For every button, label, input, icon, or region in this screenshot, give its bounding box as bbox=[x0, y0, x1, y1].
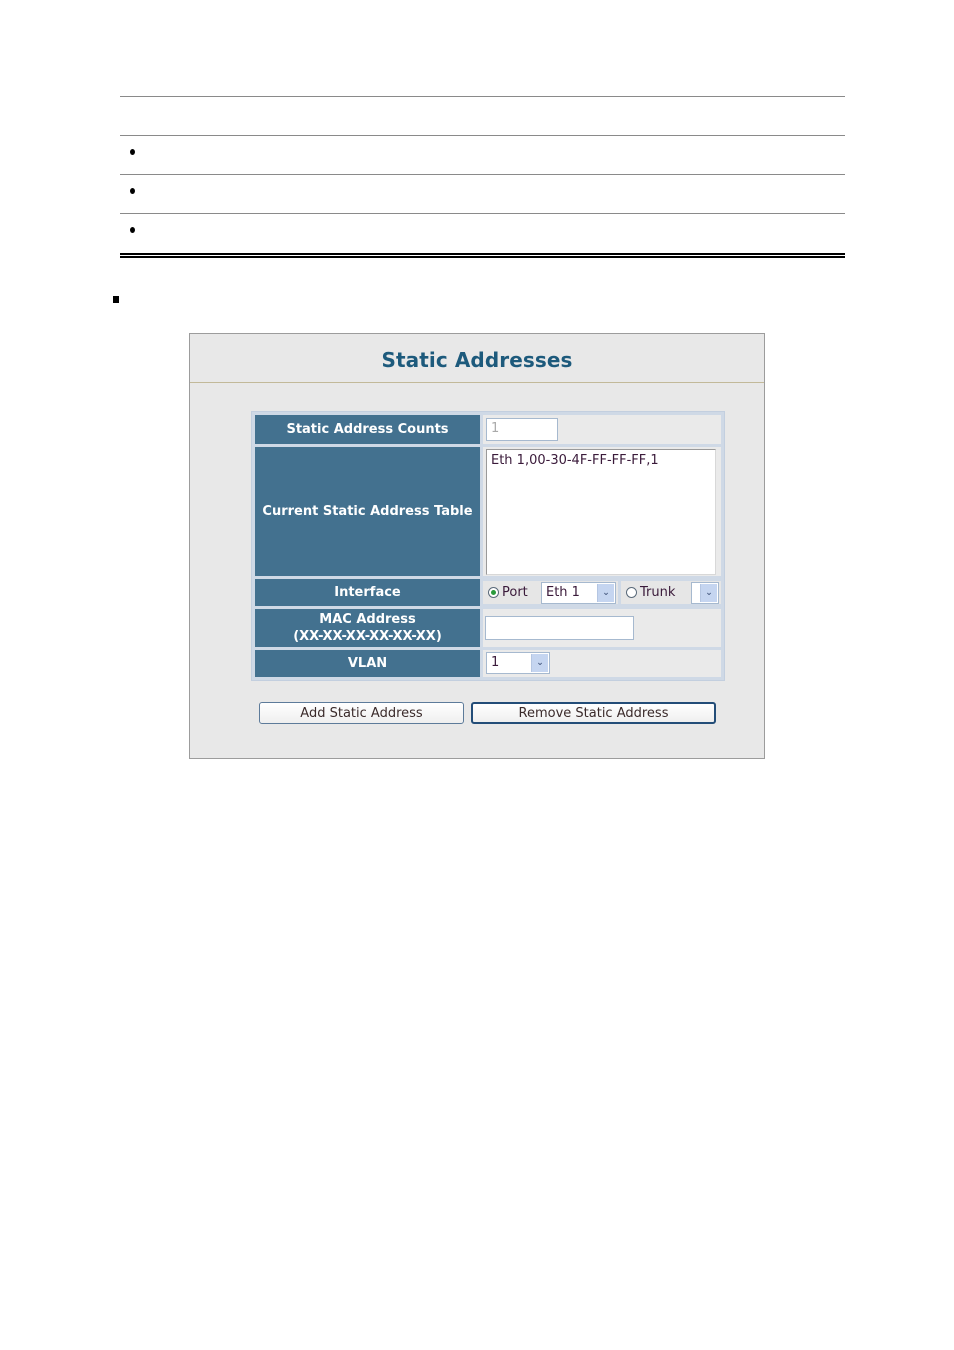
bullet-icon bbox=[130, 227, 135, 233]
port-radio-group[interactable]: Port bbox=[488, 581, 528, 604]
add-static-address-button[interactable]: Add Static Address bbox=[259, 702, 464, 724]
vlan-label: VLAN bbox=[255, 650, 480, 677]
mac-address-label-title: MAC Address bbox=[319, 612, 416, 627]
mac-address-input[interactable] bbox=[485, 616, 634, 640]
interface-cell: Port Eth 1 ⌄ Trunk ⌄ bbox=[483, 579, 721, 606]
trunk-radio-label[interactable]: Trunk bbox=[640, 585, 675, 600]
current-static-address-table-label: Current Static Address Table bbox=[255, 447, 480, 576]
interface-label: Interface bbox=[255, 579, 480, 606]
vlan-select[interactable]: 1 ⌄ bbox=[486, 652, 550, 674]
static-address-counts-cell: 1 bbox=[483, 415, 721, 444]
bullet-icon bbox=[130, 149, 135, 155]
mac-address-label: MAC Address (XX-XX-XX-XX-XX-XX) bbox=[255, 609, 480, 647]
port-select-value: Eth 1 bbox=[546, 585, 580, 600]
vlan-cell: 1 ⌄ bbox=[483, 650, 721, 677]
chevron-down-icon[interactable]: ⌄ bbox=[700, 584, 717, 602]
port-option-cell: Port Eth 1 ⌄ bbox=[483, 581, 618, 604]
trunk-radio-group[interactable]: Trunk bbox=[626, 581, 675, 604]
document-table-header-row bbox=[120, 96, 845, 135]
document-table-row bbox=[120, 135, 845, 174]
remove-static-address-button[interactable]: Remove Static Address bbox=[471, 702, 716, 724]
radio-selected-dot bbox=[491, 590, 496, 595]
document-table-row bbox=[120, 213, 845, 252]
mac-address-cell bbox=[483, 609, 721, 647]
trunk-radio-icon[interactable] bbox=[626, 587, 637, 598]
current-static-address-table-cell: Eth 1,00-30-4F-FF-FF-FF,1 bbox=[483, 447, 721, 576]
mac-address-label-format: (XX-XX-XX-XX-XX-XX) bbox=[293, 629, 442, 644]
vlan-select-value: 1 bbox=[491, 655, 500, 670]
static-address-form: Static Address Counts 1 Current Static A… bbox=[251, 411, 725, 681]
chevron-down-icon[interactable]: ⌄ bbox=[597, 584, 614, 602]
static-addresses-panel: Static Addresses Static Address Counts 1… bbox=[189, 333, 765, 759]
static-address-counts-input: 1 bbox=[486, 418, 558, 441]
trunk-option-cell: Trunk ⌄ bbox=[621, 581, 721, 604]
bullet-icon bbox=[130, 188, 135, 194]
page-title: Static Addresses bbox=[381, 348, 573, 372]
port-radio-label[interactable]: Port bbox=[502, 585, 528, 600]
document-table bbox=[120, 96, 845, 252]
current-static-address-list[interactable]: Eth 1,00-30-4F-FF-FF-FF,1 bbox=[486, 449, 716, 575]
table-end-double-rule bbox=[120, 253, 845, 258]
document-table-row bbox=[120, 174, 845, 213]
static-address-counts-label: Static Address Counts bbox=[255, 415, 480, 444]
chevron-down-icon[interactable]: ⌄ bbox=[531, 654, 548, 672]
trunk-select[interactable]: ⌄ bbox=[691, 582, 719, 604]
title-divider bbox=[190, 382, 764, 383]
square-bullet-icon bbox=[113, 296, 119, 303]
port-radio-icon[interactable] bbox=[488, 587, 499, 598]
port-select[interactable]: Eth 1 ⌄ bbox=[541, 582, 616, 604]
